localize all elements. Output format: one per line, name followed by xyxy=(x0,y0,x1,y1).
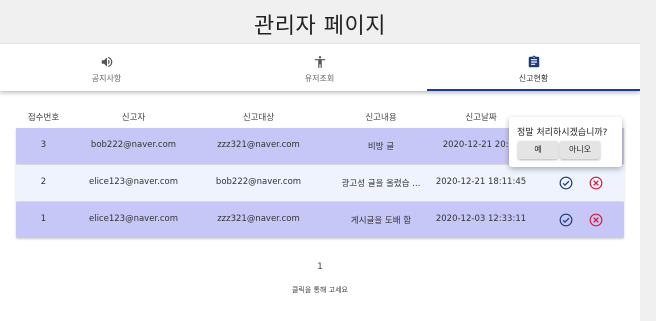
table-row[interactable]: 1 elice123@naver.com zzz321@naver.com 게시… xyxy=(16,202,624,238)
active-tab-indicator xyxy=(427,89,640,91)
cell-reporter: bob222@naver.com xyxy=(90,140,177,150)
header-target: 신고대상 xyxy=(242,113,275,123)
pagination-page[interactable]: 1 xyxy=(0,262,640,272)
confirm-question: 정말 처리하시겠습니까? xyxy=(517,128,608,138)
cell-target: zzz321@naver.com xyxy=(217,214,300,224)
hint-text: 클릭을 통해 고세요 xyxy=(292,286,348,294)
confirm-no-button[interactable]: 아니오 xyxy=(560,141,600,159)
tab-reports[interactable]: 신고현황 xyxy=(427,44,640,91)
cell-target: bob222@naver.com xyxy=(215,177,302,187)
cell-report-no: 1 xyxy=(40,214,47,224)
tab-bar: 공지사항 유저조회 신고현황 xyxy=(0,44,640,91)
confirm-yes-button[interactable]: 예 xyxy=(518,141,558,159)
cell-report-no: 3 xyxy=(40,140,47,150)
reject-x-icon[interactable] xyxy=(589,212,605,228)
cell-date: 2020-12-21 18:11:45 xyxy=(435,177,527,187)
cell-reporter: elice123@naver.com xyxy=(88,177,178,187)
cell-target: zzz321@naver.com xyxy=(217,140,300,150)
cell-date: 2020-12-03 12:33:11 xyxy=(435,214,527,224)
tab-reports-label: 신고현황 xyxy=(518,74,549,83)
reject-x-icon[interactable] xyxy=(589,175,605,191)
row-actions xyxy=(557,212,607,228)
cell-report-no: 2 xyxy=(40,177,47,187)
admin-panel: 공지사항 유저조회 신고현황 접수번호 신고자 신고대상 신고내용 신고날짜 3… xyxy=(0,44,640,321)
tab-users-label: 유저조회 xyxy=(304,74,335,83)
table-row[interactable]: 2 elice123@naver.com bob222@naver.com 광고… xyxy=(16,165,624,201)
header-reporter: 신고자 xyxy=(121,113,146,123)
approve-check-icon[interactable] xyxy=(559,175,575,191)
tab-users[interactable]: 유저조회 xyxy=(213,44,426,91)
right-gutter xyxy=(640,44,656,321)
cell-reporter: elice123@naver.com xyxy=(88,214,178,224)
tab-notices-label: 공지사항 xyxy=(91,74,122,83)
row-actions xyxy=(557,175,607,191)
speaker-icon xyxy=(0,54,213,68)
confirm-popover: 정말 처리하시겠습니까? 예 아니오 xyxy=(509,117,622,167)
clipboard-icon xyxy=(427,54,640,68)
approve-check-icon[interactable] xyxy=(559,212,575,228)
tab-notices[interactable]: 공지사항 xyxy=(0,44,213,91)
page-title: 관리자 페이지 xyxy=(254,14,386,39)
header-report-no: 접수번호 xyxy=(27,113,60,123)
person-icon xyxy=(213,54,426,68)
